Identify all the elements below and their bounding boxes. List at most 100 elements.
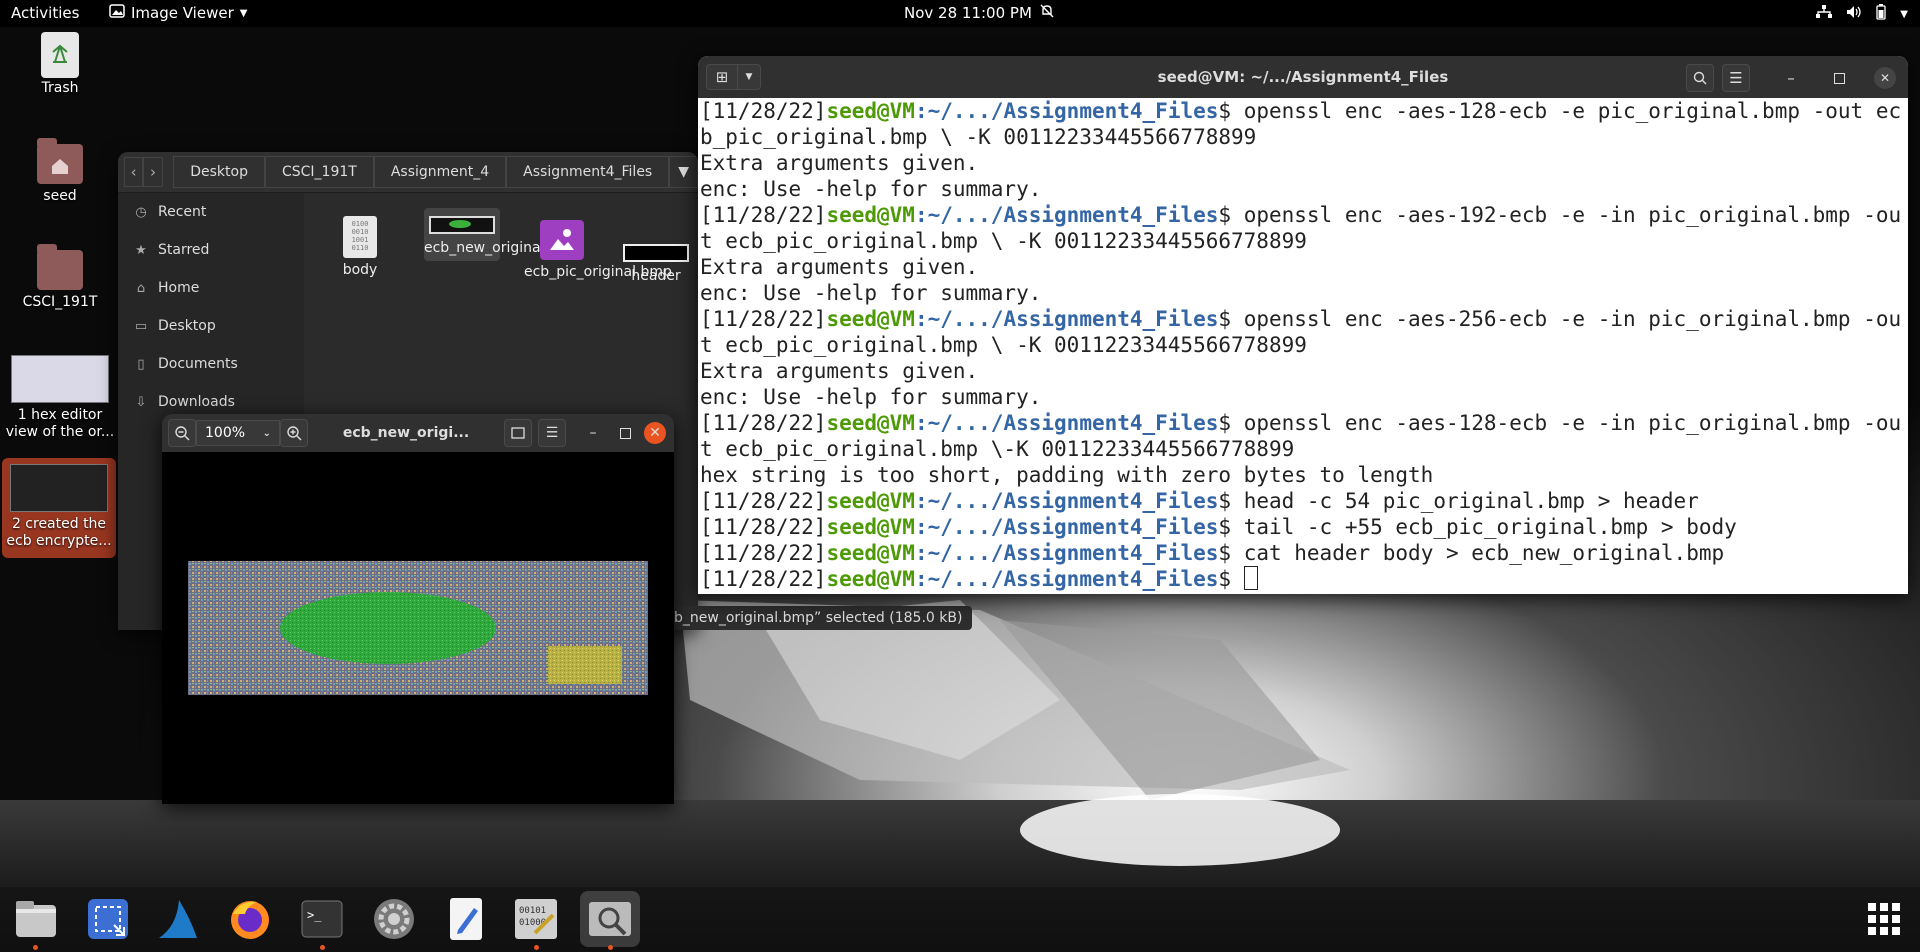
file-item-label: body (342, 262, 378, 278)
binary-file-icon: 0100 0010 1001 0110 (343, 216, 377, 258)
sidebar-item-home[interactable]: ⌂ Home (118, 269, 304, 307)
breadcrumb-desktop[interactable]: Desktop (173, 156, 265, 188)
breadcrumb-csci191t[interactable]: CSCI_191T (264, 156, 374, 188)
displayed-image (188, 561, 648, 695)
zoom-out-icon (175, 426, 190, 441)
maximize-button[interactable] (612, 420, 638, 446)
terminal-window[interactable]: ⊞ ▼ seed@VM: ~/.../Assignment4_Files ☰ –… (698, 56, 1908, 594)
dock-app-settings[interactable] (370, 895, 418, 943)
network-icon (1816, 5, 1833, 23)
home-folder-icon (37, 138, 83, 184)
zoom-out-button[interactable] (168, 419, 196, 447)
desktop-icon-label: CSCI_191T (22, 294, 98, 310)
terminal-output[interactable]: [11/28/22]seed@VM:~/.../Assignment4_File… (698, 98, 1908, 594)
desktop-icon-ecb-screenshot[interactable]: 2 created the ecb encrypte... (2, 458, 116, 558)
file-item-header[interactable]: header (618, 244, 694, 285)
dock-app-wireshark[interactable] (154, 895, 202, 943)
minimize-icon: – (589, 425, 597, 441)
notifications-muted-icon (1040, 4, 1054, 22)
hex-editor-icon: 0010101000 (515, 899, 557, 939)
dock-app-files[interactable] (12, 895, 60, 943)
zoom-in-button[interactable] (280, 419, 308, 447)
terminal-line: [11/28/22]seed@VM:~/.../Assignment4_File… (700, 541, 1725, 565)
forward-button[interactable]: › (143, 157, 163, 187)
clock[interactable]: Nov 28 11:00 PM (904, 4, 1054, 22)
desktop-icon-trash[interactable]: Trash (5, 32, 115, 97)
app-menu[interactable]: Image Viewer ▼ (109, 4, 247, 22)
image-viewer-title: ecb_new_origi... (342, 425, 470, 441)
desktop-icon: ▭ (134, 318, 148, 334)
star-icon: ★ (135, 242, 147, 258)
svg-text:>_: >_ (307, 908, 322, 922)
terminal-line: enc: Use -help for summary. (700, 177, 1042, 201)
image-file-icon (540, 220, 584, 260)
file-item-ecb-pic-original[interactable]: ecb_pic_original.bmp (524, 220, 672, 281)
terminal-titlebar: ⊞ ▼ seed@VM: ~/.../Assignment4_Files ☰ –… (698, 56, 1908, 98)
dock-app-firefox[interactable] (226, 895, 274, 943)
search-button[interactable] (1686, 64, 1714, 92)
file-item-body[interactable]: 0100 0010 1001 0110 body (322, 216, 398, 279)
dock: >_ 00101 01000 (0, 887, 1920, 952)
terminal-line: [11/28/22]seed@VM:~/.../Assignment4_File… (700, 307, 1902, 357)
firefox-icon (231, 901, 269, 939)
app-grid-icon (1868, 903, 1900, 935)
menu-button[interactable]: ☰ (538, 419, 566, 447)
close-button[interactable]: ✕ (1874, 67, 1896, 89)
minimize-button[interactable]: – (580, 420, 606, 446)
activities-button[interactable]: Activities (11, 4, 79, 22)
terminal-line: [11/28/22]seed@VM:~/.../Assignment4_File… (700, 411, 1902, 461)
sidebar-item-documents[interactable]: ▯ Documents (118, 345, 304, 383)
running-indicator (608, 945, 613, 950)
zoom-level-dropdown[interactable]: 100% ⌄ (196, 420, 280, 446)
show-applications-button[interactable] (1868, 903, 1900, 939)
dock-app-hex-editor[interactable]: 00101 01000 (512, 895, 560, 943)
svg-text:00101: 00101 (519, 906, 546, 916)
dock-app-text-editor[interactable] (442, 895, 490, 943)
sidebar-item-label: Starred (158, 242, 210, 258)
dock-app-image-viewer[interactable] (580, 891, 640, 947)
sidebar-item-starred[interactable]: ★ Starred (118, 231, 304, 269)
maximize-button[interactable] (1826, 65, 1852, 91)
breadcrumb-assignment4-files[interactable]: Assignment4_Files (506, 156, 670, 188)
chevron-down-icon[interactable]: ▼ (669, 156, 698, 188)
close-icon: ✕ (1879, 71, 1891, 85)
hamburger-menu-icon: ☰ (545, 425, 559, 441)
terminal-line: [11/28/22]seed@VM:~/.../Assignment4_File… (700, 203, 1902, 253)
sidebar-item-label: Downloads (158, 394, 235, 410)
back-button[interactable]: ‹ (124, 157, 144, 187)
running-indicator (33, 945, 38, 950)
close-button[interactable]: ✕ (644, 422, 666, 444)
close-icon: ✕ (649, 425, 661, 441)
sidebar-item-recent[interactable]: ◷ Recent (118, 193, 304, 231)
image-file-icon (429, 216, 495, 234)
volume-icon (1846, 5, 1862, 23)
chevron-down-icon: ▼ (1900, 8, 1908, 20)
terminal-menu-button[interactable]: ☰ (1722, 64, 1750, 92)
breadcrumb-assignment4[interactable]: Assignment_4 (373, 156, 507, 188)
desktop-icon-seed[interactable]: seed (5, 138, 115, 205)
terminal-line: hex string is too short, padding with ze… (700, 463, 1434, 487)
terminal-line: [11/28/22]seed@VM:~/.../Assignment4_File… (700, 515, 1737, 539)
desktop-icon-label: seed (43, 188, 77, 204)
dock-app-screenshot[interactable] (84, 895, 132, 943)
image-viewer-window[interactable]: 100% ⌄ ecb_new_origi... ☰ – ✕ (162, 414, 674, 804)
desktop-icon-label: 1 hex editor view of the or... (5, 407, 115, 440)
minimize-icon: – (1787, 69, 1795, 87)
battery-icon (1876, 4, 1886, 24)
minimize-button[interactable]: – (1778, 65, 1804, 91)
file-item-ecb-new-original[interactable]: ecb_new_original.bmp (424, 208, 580, 261)
selection-status: b_new_original.bmp” selected (185.0 kB) (664, 606, 973, 630)
maximize-icon (619, 427, 631, 439)
sidebar-item-label: Recent (158, 204, 207, 220)
desktop-icon-hex-screenshot[interactable]: 1 hex editor view of the or... (5, 355, 115, 441)
sidebar-item-desktop[interactable]: ▭ Desktop (118, 307, 304, 345)
clock-icon: ◷ (135, 204, 147, 220)
gear-icon (374, 899, 414, 939)
desktop-icon-csci191t[interactable]: CSCI_191T (5, 244, 115, 311)
fullscreen-button[interactable] (504, 419, 532, 447)
dock-app-terminal[interactable]: >_ (298, 895, 346, 943)
clock-label: Nov 28 11:00 PM (904, 4, 1032, 22)
image-viewer-icon (109, 4, 125, 22)
image-viewer-icon (589, 902, 631, 936)
system-tray[interactable]: ▼ (1816, 4, 1908, 24)
